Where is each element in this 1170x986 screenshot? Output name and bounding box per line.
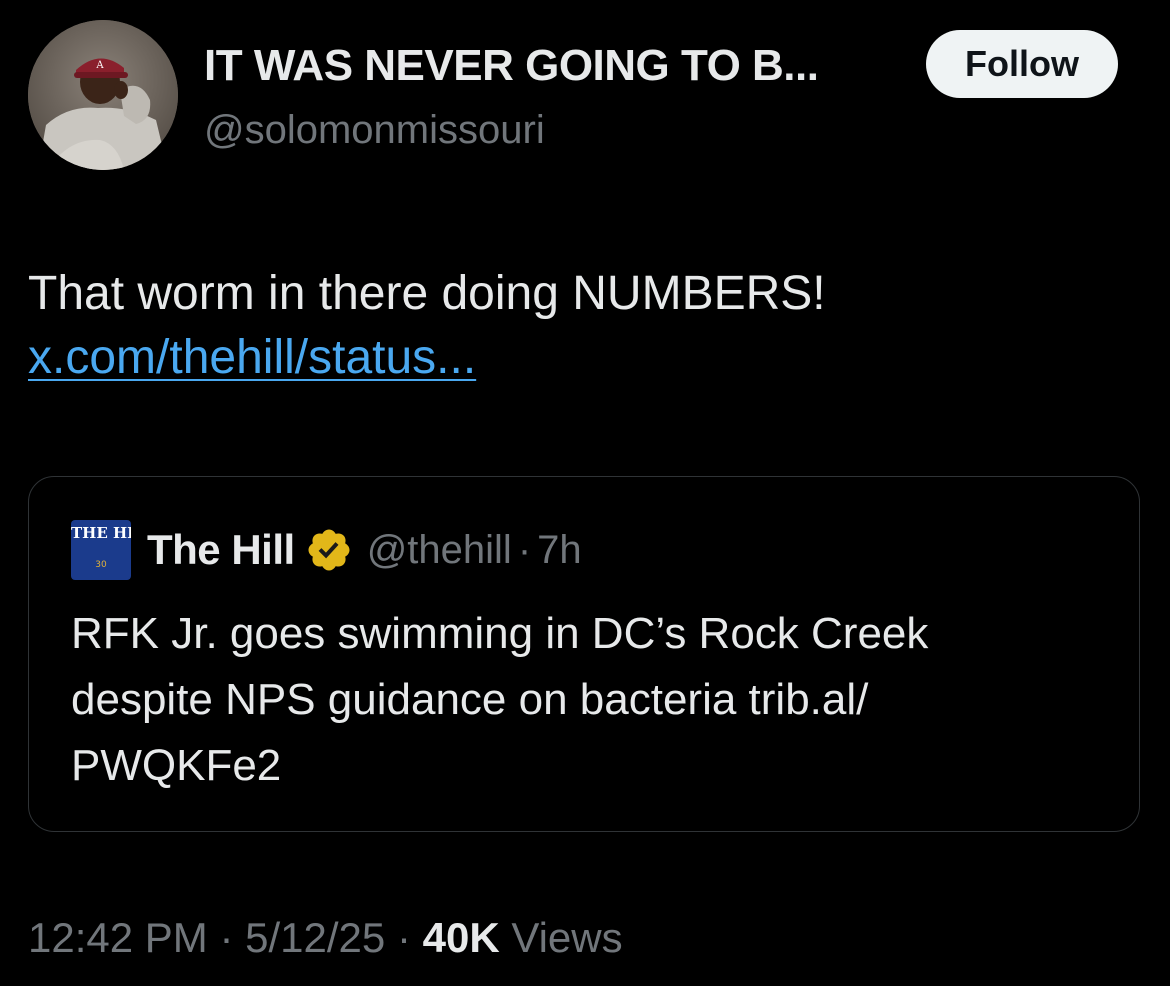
separator-dot: · xyxy=(396,914,411,961)
tweet-date[interactable]: 5/12/25 xyxy=(245,914,385,961)
svg-text:A: A xyxy=(95,60,104,71)
quoted-tweet-header: THE HILL 30 The Hill @thehill · 7h xyxy=(71,519,582,581)
views-label: Views xyxy=(511,914,623,961)
tweet-body: That worm in there doing NUMBERS! x.com/… xyxy=(28,262,1138,390)
separator-dot: · xyxy=(517,527,532,572)
author-display-name[interactable]: IT WAS NEVER GOING TO B... xyxy=(204,42,819,90)
follow-button[interactable]: Follow xyxy=(926,30,1118,98)
quote-logo-sub: 30 xyxy=(95,560,107,570)
quoted-author-handle[interactable]: @thehill xyxy=(367,528,512,573)
quoted-tweet-text: RFK Jr. goes swimming in DC’s Rock Creek… xyxy=(71,609,929,790)
avatar-image: A xyxy=(28,20,178,170)
tweet-text: That worm in there doing NUMBERS! xyxy=(28,267,826,320)
author-avatar[interactable]: A xyxy=(28,20,178,170)
quoted-author-name[interactable]: The Hill xyxy=(147,526,295,574)
separator-dot: · xyxy=(219,914,234,961)
views-count[interactable]: 40K xyxy=(423,914,500,961)
verified-badge-icon xyxy=(308,529,350,571)
quoted-tweet-card[interactable]: THE HILL 30 The Hill @thehill · 7h RFK J… xyxy=(28,476,1140,832)
author-handle[interactable]: @solomonmissouri xyxy=(204,108,545,152)
tweet-time[interactable]: 12:42 PM xyxy=(28,914,208,961)
quoted-tweet-time[interactable]: 7h xyxy=(537,528,582,573)
tweet-link[interactable]: x.com/thehill/status... xyxy=(28,326,476,390)
the-hill-logo-icon[interactable]: THE HILL 30 xyxy=(71,520,131,580)
tweet-header: A IT WAS NEVER GOING TO B... @solomonmis… xyxy=(28,20,1142,170)
tweet-meta: 12:42 PM · 5/12/25 · 40K Views xyxy=(28,910,623,966)
quote-logo-text: THE HILL xyxy=(71,524,131,542)
